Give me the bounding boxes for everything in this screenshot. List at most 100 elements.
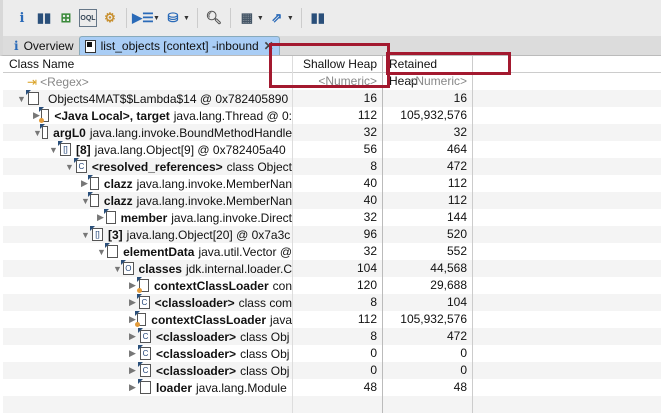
retained-heap-filter[interactable]: <Numeric> bbox=[383, 73, 473, 90]
object-icon: C bbox=[73, 158, 87, 173]
retained-heap-value: 104 bbox=[383, 294, 473, 311]
object-label: java bbox=[269, 312, 292, 327]
object-label: java.lang.Object[9] @ 0x782405a40 bbox=[94, 142, 286, 157]
table-row[interactable]: ▼ Objects4MAT$$Lambda$14 @ 0x782405890 1… bbox=[3, 90, 661, 107]
object-label: java.lang.invoke.MemberNan bbox=[136, 176, 292, 191]
field-name: classes bbox=[138, 261, 182, 276]
object-label: class Obj bbox=[240, 329, 290, 344]
shallow-heap-value: 0 bbox=[293, 362, 383, 379]
expand-down-icon[interactable]: ▼ bbox=[49, 145, 60, 155]
expand-down-icon[interactable]: ▼ bbox=[81, 230, 92, 240]
object-label: class Obj bbox=[240, 346, 290, 361]
histogram-icon[interactable]: ▮▮ bbox=[35, 9, 53, 27]
info-icon[interactable]: i bbox=[13, 9, 31, 27]
field-name: clazz bbox=[103, 176, 133, 191]
class-name-filter[interactable]: <Regex> bbox=[40, 75, 89, 89]
table-row[interactable]: ▼ [] [3] java.lang.Object[20] @ 0x7a3c 9… bbox=[3, 226, 661, 243]
export-icon[interactable]: ⇗ bbox=[268, 9, 286, 27]
shallow-heap-value: 8 bbox=[293, 328, 383, 345]
leak-suspects-icon[interactable]: ▮▮ bbox=[309, 9, 327, 27]
table-row[interactable]: ▶ clazz java.lang.invoke.MemberNan 40 11… bbox=[3, 175, 661, 192]
thread-gear-icon[interactable]: ⚙ bbox=[101, 9, 119, 27]
object-icon bbox=[105, 243, 119, 258]
object-icon: C bbox=[138, 328, 151, 343]
shallow-heap-value: 112 bbox=[293, 107, 383, 124]
object-icon: [] bbox=[90, 226, 103, 241]
object-label: java.util.Vector @ bbox=[198, 244, 292, 259]
table-row[interactable]: ▼ C <resolved_references> class Object 8… bbox=[3, 158, 661, 175]
object-icon: C bbox=[137, 294, 150, 309]
chevron-down-icon[interactable]: ▼ bbox=[153, 15, 160, 22]
chevron-down-icon[interactable]: ▼ bbox=[183, 15, 190, 22]
toolbar-separator bbox=[126, 8, 127, 28]
search-icon[interactable]: 🔍︎ bbox=[205, 9, 223, 27]
expand-down-icon[interactable]: ▼ bbox=[97, 247, 107, 257]
shallow-heap-value: 8 bbox=[293, 294, 383, 311]
table-row[interactable]: ▼ O classes jdk.internal.loader.C 104 44… bbox=[3, 260, 661, 277]
tab-overview[interactable]: i Overview bbox=[9, 36, 79, 55]
shallow-heap-value: 56 bbox=[293, 141, 383, 158]
shallow-heap-value: 32 bbox=[293, 209, 383, 226]
table-row[interactable]: ▶ C <classloader> class Obj 8 472 bbox=[3, 328, 661, 345]
calculator-icon[interactable]: ▦ bbox=[238, 9, 256, 27]
dominator-tree-icon[interactable]: ⊞ bbox=[57, 9, 75, 27]
field-name: <classloader> bbox=[156, 329, 237, 344]
info-icon: i bbox=[14, 38, 19, 53]
table-row[interactable]: ▶ contextClassLoader con 120 29,688 bbox=[3, 277, 661, 294]
chevron-down-icon[interactable]: ▼ bbox=[257, 15, 264, 22]
table-row[interactable]: ▶ C <classloader> class Obj 0 0 bbox=[3, 362, 661, 379]
tab-label: Overview bbox=[23, 38, 74, 53]
toolbar-separator bbox=[229, 8, 231, 28]
field-name: [3] bbox=[108, 227, 123, 242]
table-row[interactable]: ▶ contextClassLoader java 112 105,932,57… bbox=[3, 311, 661, 328]
object-label: java.lang.invoke.BoundMethodHandle bbox=[89, 125, 292, 140]
object-label: java.lang.invoke.MemberNan bbox=[136, 193, 292, 208]
oql-icon[interactable]: OQL bbox=[79, 9, 97, 27]
shallow-heap-value: 48 bbox=[293, 379, 383, 396]
object-icon bbox=[138, 379, 151, 394]
field-name: <classloader> bbox=[156, 363, 237, 378]
table-row[interactable]: ▶ C <classloader> class com 8 104 bbox=[3, 294, 661, 311]
table-row[interactable]: ▼ elementData java.util.Vector @ 32 552 bbox=[3, 243, 661, 260]
table-row[interactable]: ▼ argL0 java.lang.invoke.BoundMethodHand… bbox=[3, 124, 661, 141]
retained-heap-value: 464 bbox=[383, 141, 473, 158]
object-icon bbox=[135, 311, 147, 327]
field-name: member bbox=[120, 210, 168, 225]
object-icon: C bbox=[138, 345, 151, 360]
field-name: <resolved_references> bbox=[91, 159, 223, 174]
table-row[interactable]: ▼ clazz java.lang.invoke.MemberNan 40 11… bbox=[3, 192, 661, 209]
table-row[interactable]: ▶ <Java Local>, target java.lang.Thread … bbox=[3, 107, 661, 124]
shallow-heap-value: 40 bbox=[293, 175, 383, 192]
expand-down-icon[interactable]: ▼ bbox=[33, 128, 42, 138]
table-row[interactable]: ▼ [] [8] java.lang.Object[9] @ 0x782405a… bbox=[3, 141, 661, 158]
heap-dump-overview-icon[interactable]: ⛁ bbox=[164, 9, 182, 27]
field-name: loader bbox=[156, 380, 193, 395]
toolbar-separator bbox=[300, 8, 302, 28]
field-name: <classloader> bbox=[154, 295, 235, 310]
query-browser-icon[interactable]: ▶☰ bbox=[132, 9, 154, 27]
retained-heap-value: 472 bbox=[383, 158, 473, 175]
shallow-heap-value: 40 bbox=[293, 192, 383, 209]
field-name: argL0 bbox=[53, 125, 86, 140]
object-label: java.lang.Thread @ 0: bbox=[173, 108, 292, 123]
table-row[interactable]: ▶ loader java.lang.Module 48 48 bbox=[3, 379, 661, 396]
shallow-heap-value: 8 bbox=[293, 158, 383, 175]
retained-heap-value: 48 bbox=[383, 379, 473, 396]
shallow-heap-value: 112 bbox=[293, 311, 383, 328]
expand-down-icon[interactable]: ▼ bbox=[17, 94, 28, 104]
column-header-class-name[interactable]: Class Name bbox=[3, 55, 293, 73]
table-row[interactable]: ▶ member java.lang.invoke.Direct 32 144 bbox=[3, 209, 661, 226]
object-label: Objects4MAT$$Lambda$14 @ 0x782405890 bbox=[48, 91, 289, 106]
expand-down-icon[interactable]: ▼ bbox=[81, 196, 90, 206]
highlight-box-retained-heap bbox=[386, 52, 511, 75]
object-label: java.lang.Module bbox=[196, 380, 287, 395]
table-row[interactable]: ▶ C <classloader> class Obj 0 0 bbox=[3, 345, 661, 362]
tab-label: list_objects [context] -inbound bbox=[100, 39, 259, 53]
expand-down-icon[interactable]: ▼ bbox=[65, 162, 76, 172]
object-icon bbox=[87, 175, 99, 190]
object-icon bbox=[87, 192, 99, 207]
tab-list-objects[interactable]: list_objects [context] -inbound ✕ bbox=[78, 36, 280, 55]
field-name: <classloader> bbox=[156, 346, 237, 361]
expand-down-icon[interactable]: ▼ bbox=[113, 264, 123, 274]
chevron-down-icon[interactable]: ▼ bbox=[287, 15, 294, 22]
